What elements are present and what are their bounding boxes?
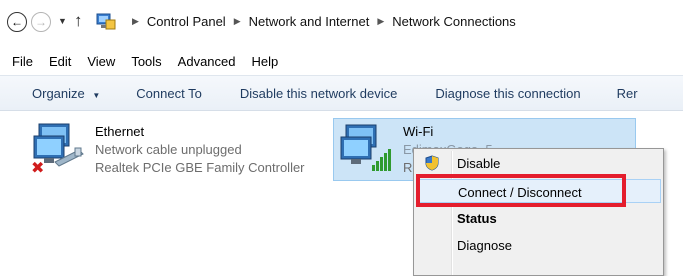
wifi-name: Wi-Fi — [403, 124, 434, 139]
menu-item-disable-label: Disable — [457, 156, 501, 171]
menu-item-disable[interactable]: Disable — [416, 151, 661, 175]
menu-help[interactable]: Help — [252, 54, 279, 69]
menu-item-status[interactable]: Status — [416, 206, 661, 230]
menu-bar: File Edit View Tools Advanced Help — [0, 47, 683, 75]
disable-device-button[interactable]: Disable this network device — [240, 86, 398, 101]
back-arrow-icon[interactable]: ← — [7, 12, 27, 32]
context-menu: Disable Connect / Disconnect Status Diag… — [413, 148, 664, 276]
rename-button[interactable]: Rer — [617, 86, 638, 101]
breadcrumb-control-panel[interactable]: Control Panel — [147, 14, 226, 29]
organize-label: Organize — [32, 85, 85, 101]
ethernet-status: Network cable unplugged — [95, 142, 242, 157]
ethernet-device: Realtek PCIe GBE Family Controller — [95, 160, 305, 175]
menu-item-connect-disconnect[interactable]: Connect / Disconnect — [416, 179, 661, 203]
diagnose-connection-button[interactable]: Diagnose this connection — [435, 86, 580, 101]
ethernet-adapter[interactable]: ✖ Ethernet Network cable unplugged Realt… — [25, 118, 325, 180]
menu-advanced[interactable]: Advanced — [178, 54, 236, 69]
breadcrumb: ▶ Control Panel ▶ Network and Internet ▶… — [124, 14, 516, 29]
breadcrumb-separator-icon[interactable]: ▶ — [377, 16, 384, 27]
menu-edit[interactable]: Edit — [49, 54, 71, 69]
connect-to-button[interactable]: Connect To — [136, 86, 202, 101]
disconnected-x-icon: ✖ — [31, 160, 45, 177]
organize-button[interactable]: Organize ▼ — [32, 86, 100, 101]
control-panel-icon — [96, 13, 116, 30]
menu-item-diagnose-label: Diagnose — [457, 238, 512, 253]
breadcrumb-network-and-internet[interactable]: Network and Internet — [249, 14, 370, 29]
menu-item-status-label: Status — [457, 211, 497, 226]
menu-tools[interactable]: Tools — [131, 54, 161, 69]
up-arrow-icon[interactable]: ↑ — [74, 11, 83, 31]
chevron-down-icon[interactable]: ▼ — [58, 16, 67, 26]
address-bar: ← → ▼ ↑ ▶ Control Panel ▶ Network and In… — [0, 0, 683, 46]
menu-item-diagnose[interactable]: Diagnose — [416, 233, 661, 257]
ethernet-name: Ethernet — [95, 124, 145, 139]
menu-item-connect-disconnect-label: Connect / Disconnect — [458, 185, 582, 200]
shield-icon — [425, 155, 439, 171]
chevron-down-icon: ▼ — [92, 90, 101, 100]
menu-file[interactable]: File — [12, 54, 33, 69]
menu-view[interactable]: View — [87, 54, 115, 69]
breadcrumb-separator-icon: ▶ — [132, 16, 139, 26]
breadcrumb-separator-icon[interactable]: ▶ — [234, 16, 241, 27]
wifi-adapter-icon — [340, 124, 391, 171]
forward-arrow-icon[interactable]: → — [31, 12, 51, 32]
breadcrumb-network-connections[interactable]: Network Connections — [392, 14, 516, 29]
command-bar: Organize ▼ Connect To Disable this netwo… — [0, 75, 683, 111]
